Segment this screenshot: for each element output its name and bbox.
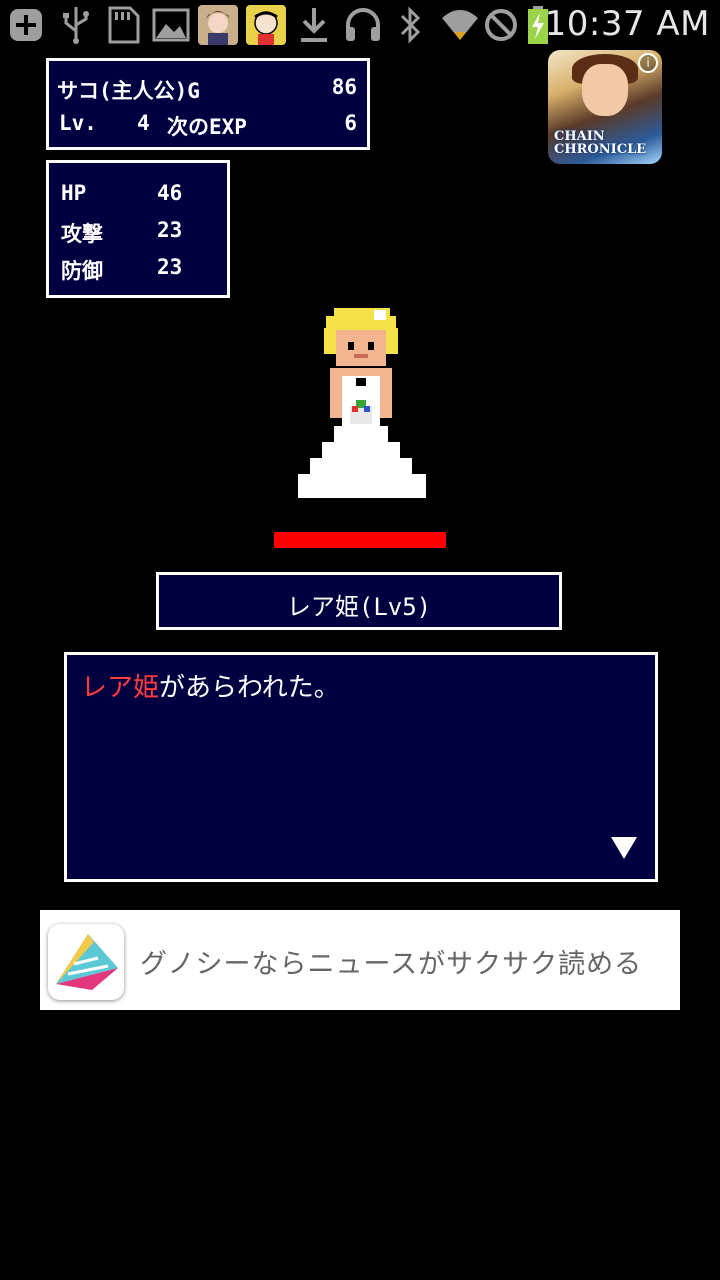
character-face: [582, 64, 628, 116]
usb-icon: [60, 6, 92, 44]
next-exp-label: 次のEXP: [167, 115, 247, 139]
player-name: サコ(主人公)G: [57, 79, 200, 103]
ad-text: グノシーならニュースがサクサク読める: [140, 949, 643, 980]
stat-label: 防御: [61, 259, 103, 283]
promo-app-icon[interactable]: CHAIN CHRONICLE i: [548, 50, 662, 164]
message-highlight: レア姫: [81, 673, 160, 703]
enemy-name: レア姫(Lv5): [286, 593, 432, 621]
message-window[interactable]: レア姫があらわれた。: [64, 652, 658, 882]
headphones-icon: [344, 6, 382, 44]
ad-banner[interactable]: グノシーならニュースがサクサク読める: [40, 910, 680, 1010]
level-label: Lv.: [59, 111, 97, 135]
stat-value: 23: [157, 255, 183, 279]
app-notification-icon: [198, 5, 238, 45]
enemy-sprite: [298, 308, 426, 498]
message-text: レア姫があらわれた。: [81, 667, 340, 704]
player-info-window: サコ(主人公)G 86 Lv. 4 次のEXP 6: [46, 58, 370, 150]
clock: 10:37 AM: [544, 4, 710, 44]
stat-label: HP: [61, 181, 87, 205]
wifi-icon: [440, 6, 480, 44]
enemy-hp-bar: [274, 532, 446, 548]
image-icon: [152, 6, 190, 44]
level-value: 4: [137, 111, 150, 135]
stat-label: 攻撃: [61, 222, 103, 246]
enemy-name-window: レア姫(Lv5): [156, 572, 562, 630]
status-bar: 10:37 AM: [0, 0, 720, 50]
promo-logo: CHAIN CHRONICLE: [554, 129, 647, 157]
message-rest: があらわれた。: [159, 673, 340, 703]
player-gold: 86: [331, 75, 357, 99]
stat-value: 23: [157, 218, 183, 242]
gunosy-logo-icon: [48, 924, 124, 1000]
next-exp-value: 6: [344, 111, 357, 135]
add-icon: [8, 6, 44, 44]
stat-value: 46: [157, 181, 183, 205]
info-icon[interactable]: i: [638, 53, 658, 73]
app-notification-icon: [246, 5, 286, 45]
download-icon: [298, 6, 330, 44]
no-sign-icon: [484, 6, 518, 44]
stats-window: HP 46 攻撃 23 防御 23: [46, 160, 230, 298]
sd-card-icon: [106, 6, 140, 44]
continue-arrow-icon[interactable]: [611, 837, 637, 859]
bluetooth-icon: [398, 6, 422, 44]
